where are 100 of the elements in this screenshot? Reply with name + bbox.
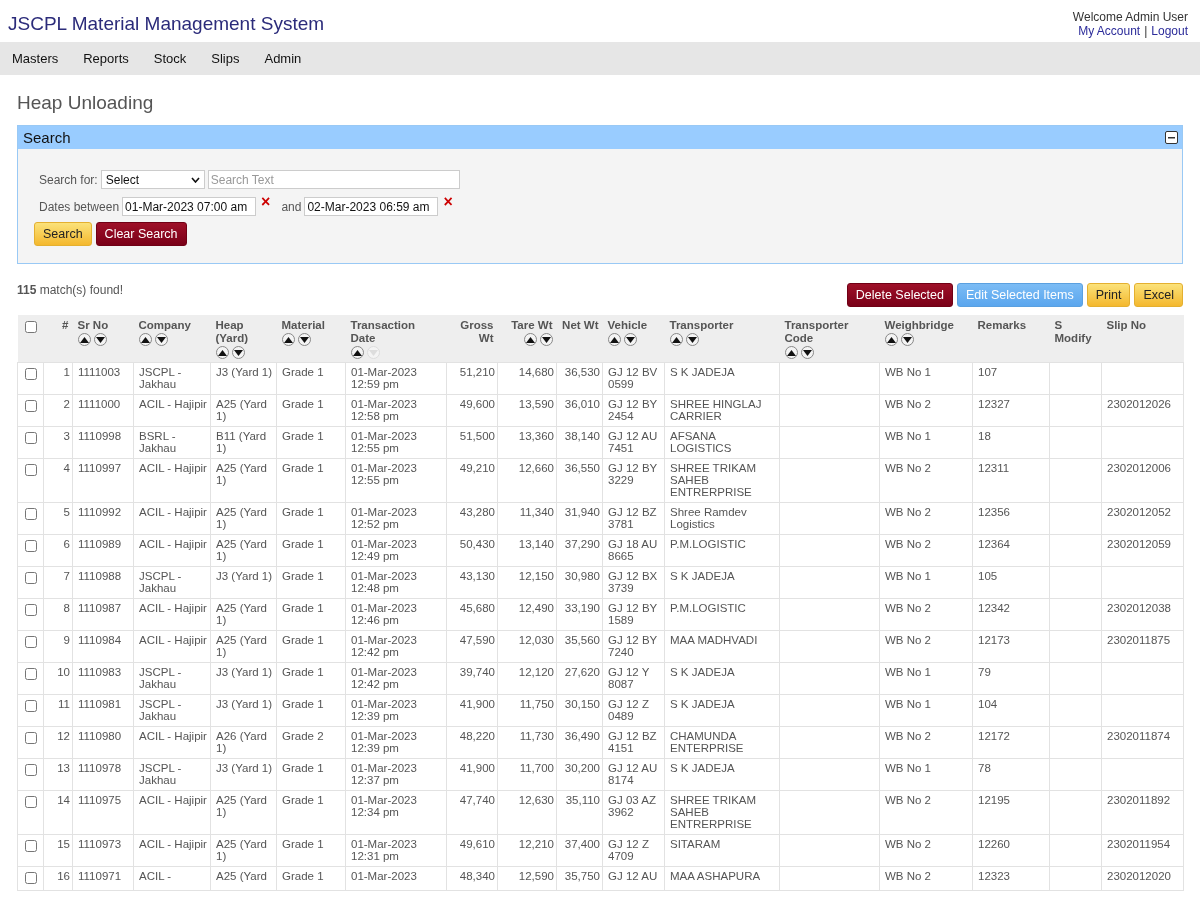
table-cell: J3 (Yard 1) bbox=[210, 758, 277, 791]
table-cell: MAA MADHVADI bbox=[664, 630, 780, 663]
sort-desc-button[interactable] bbox=[685, 333, 699, 346]
sort-desc-button[interactable] bbox=[800, 346, 814, 359]
sort-desc-button[interactable] bbox=[539, 333, 553, 346]
sort-desc-button[interactable] bbox=[154, 333, 168, 346]
table-cell: WB No 2 bbox=[879, 502, 973, 535]
column-header: Gross Wt bbox=[446, 315, 498, 363]
table-cell: 11,750 bbox=[497, 694, 557, 727]
table-cell: 11,730 bbox=[497, 726, 557, 759]
date-from-input[interactable]: 01-Mar-2023 07:00 am bbox=[122, 197, 257, 216]
sort-asc-button[interactable] bbox=[607, 333, 621, 346]
clear-date-button[interactable]: × bbox=[443, 194, 453, 210]
table-cell: Grade 1 bbox=[276, 394, 346, 427]
action-button[interactable]: Print bbox=[1086, 283, 1131, 307]
table-cell: MAA ASHAPURA bbox=[664, 866, 780, 891]
sort-asc-button[interactable] bbox=[138, 333, 152, 346]
table-cell: GJ 12 BZ 3781 bbox=[602, 502, 665, 535]
table-cell: 2 bbox=[43, 394, 73, 427]
table-cell: 12,630 bbox=[497, 790, 557, 835]
sort-asc-button[interactable] bbox=[784, 346, 798, 359]
row-checkbox[interactable] bbox=[25, 368, 37, 380]
search-field-select[interactable]: Select bbox=[100, 170, 205, 189]
sort-asc-button[interactable] bbox=[884, 333, 898, 346]
sort-desc-button[interactable] bbox=[900, 333, 914, 346]
menu-item[interactable]: Admin bbox=[264, 51, 302, 66]
table-cell: 01-Mar-2023 bbox=[345, 866, 447, 891]
date-to-input[interactable]: 02-Mar-2023 06:59 am bbox=[304, 197, 439, 216]
menu-item[interactable]: Reports bbox=[83, 51, 129, 66]
menu-item[interactable]: Masters bbox=[12, 51, 59, 66]
table-cell: 1110989 bbox=[72, 534, 134, 567]
sort-asc-button[interactable] bbox=[215, 346, 229, 359]
row-checkbox[interactable] bbox=[25, 840, 37, 852]
row-checkbox[interactable] bbox=[25, 872, 37, 884]
table-cell: 2302011875 bbox=[1101, 630, 1184, 663]
table-cell: 01-Mar-2023 12:42 pm bbox=[345, 630, 447, 663]
table-cell: ACIL - Hajipir bbox=[133, 834, 211, 867]
table-cell: 13 bbox=[43, 758, 73, 791]
row-checkbox[interactable] bbox=[25, 732, 37, 744]
row-checkbox[interactable] bbox=[25, 700, 37, 712]
sort-down-icon bbox=[687, 336, 697, 343]
menu-item[interactable]: Slips bbox=[211, 51, 240, 66]
table-cell: 37,290 bbox=[556, 534, 603, 567]
account-link[interactable]: My Account bbox=[1078, 24, 1141, 38]
search-text-input[interactable]: Search Text bbox=[207, 170, 460, 189]
table-cell: SHREE TRIKAM SAHEB ENTRERPRISE bbox=[664, 790, 780, 835]
row-checkbox[interactable] bbox=[25, 796, 37, 808]
table-cell: 2302012020 bbox=[1101, 866, 1184, 891]
link-separator: | bbox=[1144, 24, 1148, 38]
table-cell: 1111000 bbox=[72, 394, 134, 427]
table-cell: Grade 1 bbox=[276, 598, 346, 631]
table-cell: 1110980 bbox=[72, 726, 134, 759]
table-cell: ACIL - Hajipir bbox=[133, 458, 211, 503]
table-cell: WB No 1 bbox=[879, 694, 973, 727]
row-checkbox[interactable] bbox=[25, 400, 37, 412]
row-checkbox[interactable] bbox=[25, 636, 37, 648]
clear-search-button[interactable]: Clear Search bbox=[95, 222, 187, 246]
table-cell: 35,110 bbox=[556, 790, 603, 835]
row-checkbox[interactable] bbox=[25, 764, 37, 776]
search-button[interactable]: Search bbox=[34, 222, 92, 246]
clear-date-button[interactable]: × bbox=[261, 194, 271, 210]
table-cell: 2302011874 bbox=[1101, 726, 1184, 759]
table-cell: 1110975 bbox=[72, 790, 134, 835]
table-cell: GJ 12 BY 1589 bbox=[602, 598, 665, 631]
sort-asc-button[interactable] bbox=[350, 346, 364, 359]
table-cell: J3 (Yard 1) bbox=[210, 362, 277, 395]
table-cell bbox=[1049, 458, 1102, 503]
sort-desc-button[interactable] bbox=[231, 346, 245, 359]
table-cell: 2302012059 bbox=[1101, 534, 1184, 567]
table-cell: 14,680 bbox=[497, 362, 557, 395]
menu-item[interactable]: Stock bbox=[153, 51, 187, 66]
row-checkbox[interactable] bbox=[25, 464, 37, 476]
row-checkbox[interactable] bbox=[25, 508, 37, 520]
sort-desc-button[interactable] bbox=[297, 333, 311, 346]
sort-asc-button[interactable] bbox=[523, 333, 537, 346]
row-checkbox[interactable] bbox=[25, 604, 37, 616]
sort-asc-button[interactable] bbox=[281, 333, 295, 346]
sort-asc-button[interactable] bbox=[669, 333, 683, 346]
table-cell: ACIL - Hajipir bbox=[133, 534, 211, 567]
table-cell: 01-Mar-2023 12:37 pm bbox=[345, 758, 447, 791]
table-cell: 12364 bbox=[972, 534, 1050, 567]
select-all-checkbox[interactable] bbox=[24, 321, 37, 333]
table-cell: J3 (Yard 1) bbox=[210, 694, 277, 727]
panel-title: Search bbox=[23, 129, 71, 146]
row-checkbox[interactable] bbox=[25, 572, 37, 584]
action-button[interactable]: Excel bbox=[1134, 283, 1183, 307]
table-cell: 45,680 bbox=[446, 598, 498, 631]
logout-link[interactable]: Logout bbox=[1151, 24, 1188, 38]
row-checkbox[interactable] bbox=[25, 668, 37, 680]
sort-desc-button[interactable] bbox=[623, 333, 637, 346]
table-cell: SITARAM bbox=[664, 834, 780, 867]
row-checkbox[interactable] bbox=[25, 432, 37, 444]
table-cell: WB No 2 bbox=[879, 534, 973, 567]
column-header: Heap (Yard) bbox=[210, 315, 277, 363]
collapse-button[interactable] bbox=[1165, 131, 1178, 144]
row-checkbox[interactable] bbox=[25, 540, 37, 552]
action-button[interactable]: Delete Selected bbox=[846, 283, 953, 307]
sort-down-icon bbox=[625, 336, 635, 343]
sort-desc-button[interactable] bbox=[93, 333, 107, 346]
sort-asc-button[interactable] bbox=[77, 333, 91, 346]
